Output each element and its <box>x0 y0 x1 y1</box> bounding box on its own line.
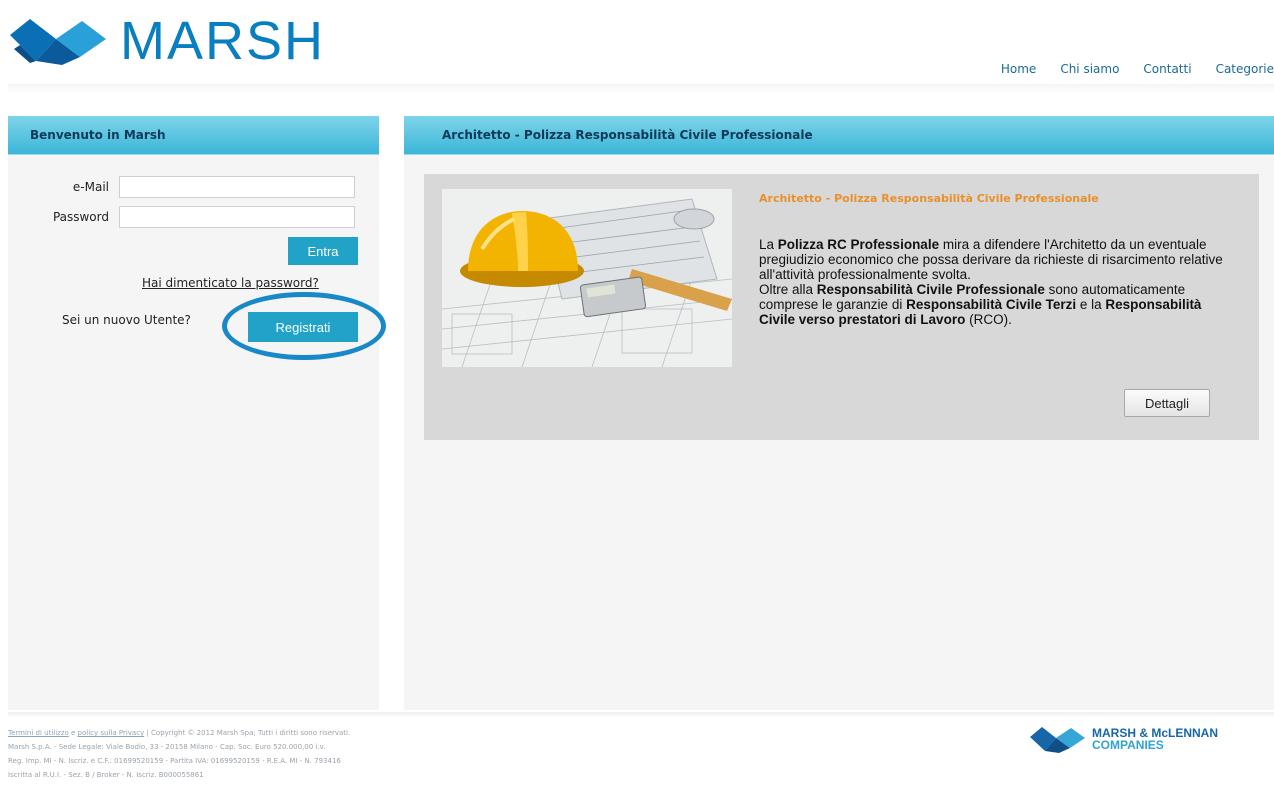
login-panel: Benvenuto in Marsh e-Mail Password Entra… <box>8 116 386 710</box>
product-card: Architetto - Polizza Responsabilità Civi… <box>424 174 1259 440</box>
marsh-logo[interactable]: MARSH <box>6 14 325 68</box>
desc-p2-pre: Oltre alla <box>759 282 817 297</box>
site-header: MARSH Home Chi siamo Contatti Categorie <box>0 0 1274 100</box>
nav-home[interactable]: Home <box>1001 62 1036 76</box>
terms-link[interactable]: Termini di utilizzo <box>8 729 69 737</box>
product-panel: Architetto - Polizza Responsabilità Civi… <box>404 116 1274 710</box>
desc-p2-post: (RCO). <box>965 312 1012 327</box>
nav-categorie[interactable]: Categorie <box>1216 62 1274 76</box>
footer-divider <box>8 712 1274 718</box>
product-description: La Polizza RC Professionale mira a difen… <box>759 237 1229 327</box>
mmc-bird-icon <box>1030 727 1085 753</box>
email-label: e-Mail <box>72 180 109 194</box>
product-image <box>442 189 732 367</box>
footer-line-4: Iscritta al R.U.I. - Sez. B / Broker - N… <box>8 771 204 779</box>
login-button[interactable]: Entra <box>288 237 358 265</box>
new-user-label: Sei un nuovo Utente? <box>62 313 191 327</box>
privacy-link[interactable]: policy sulla Privacy <box>78 729 145 737</box>
mmc-wordmark: MARSH & McLENNAN COMPANIES <box>1092 727 1218 751</box>
top-navigation: Home Chi siamo Contatti Categorie <box>977 62 1274 76</box>
footer-line-3: Reg. Imp. MI - N. Iscriz. e C.F.: 016995… <box>8 757 341 765</box>
header-divider <box>8 84 1274 94</box>
login-panel-title: Benvenuto in Marsh <box>8 116 379 155</box>
details-button[interactable]: Dettagli <box>1124 389 1210 417</box>
nav-chi-siamo[interactable]: Chi siamo <box>1060 62 1119 76</box>
email-row: e-Mail <box>8 176 355 198</box>
product-title: Architetto - Polizza Responsabilità Civi… <box>759 192 1099 205</box>
password-field[interactable] <box>119 206 355 228</box>
marsh-bird-icon <box>10 19 106 65</box>
password-row: Password <box>8 206 355 228</box>
desc-p1-bold: Polizza RC Professionale <box>777 237 940 252</box>
footer-legal: Termini di utilizzo e policy sulla Priva… <box>8 726 648 782</box>
mmc-line-2: COMPANIES <box>1092 738 1164 752</box>
forgot-password-link[interactable]: Hai dimenticato la password? <box>142 276 319 290</box>
desc-p2-bold1: Responsabilità Civile Professionale <box>816 282 1045 297</box>
mmc-logo[interactable]: MARSH & McLENNAN COMPANIES <box>1028 725 1218 753</box>
logo-text: MARSH <box>120 11 326 71</box>
desc-p2-bold2: Responsabilità Civile Terzi <box>906 297 1077 312</box>
copyright-text: | Copyright © 2012 Marsh Spa; Tutti i di… <box>144 729 351 737</box>
nav-contatti[interactable]: Contatti <box>1143 62 1191 76</box>
password-label: Password <box>52 210 109 224</box>
footer-line-1: Termini di utilizzo e policy sulla Priva… <box>8 729 351 737</box>
desc-p1-pre: La <box>759 237 778 252</box>
desc-p2-mid2: e la <box>1076 297 1106 312</box>
email-field[interactable] <box>119 176 355 198</box>
product-panel-title: Architetto - Polizza Responsabilità Civi… <box>404 116 1274 155</box>
footer-line-2: Marsh S.p.A. - Sede Legale: Viale Bodio,… <box>8 743 326 751</box>
register-button[interactable]: Registrati <box>248 312 358 342</box>
